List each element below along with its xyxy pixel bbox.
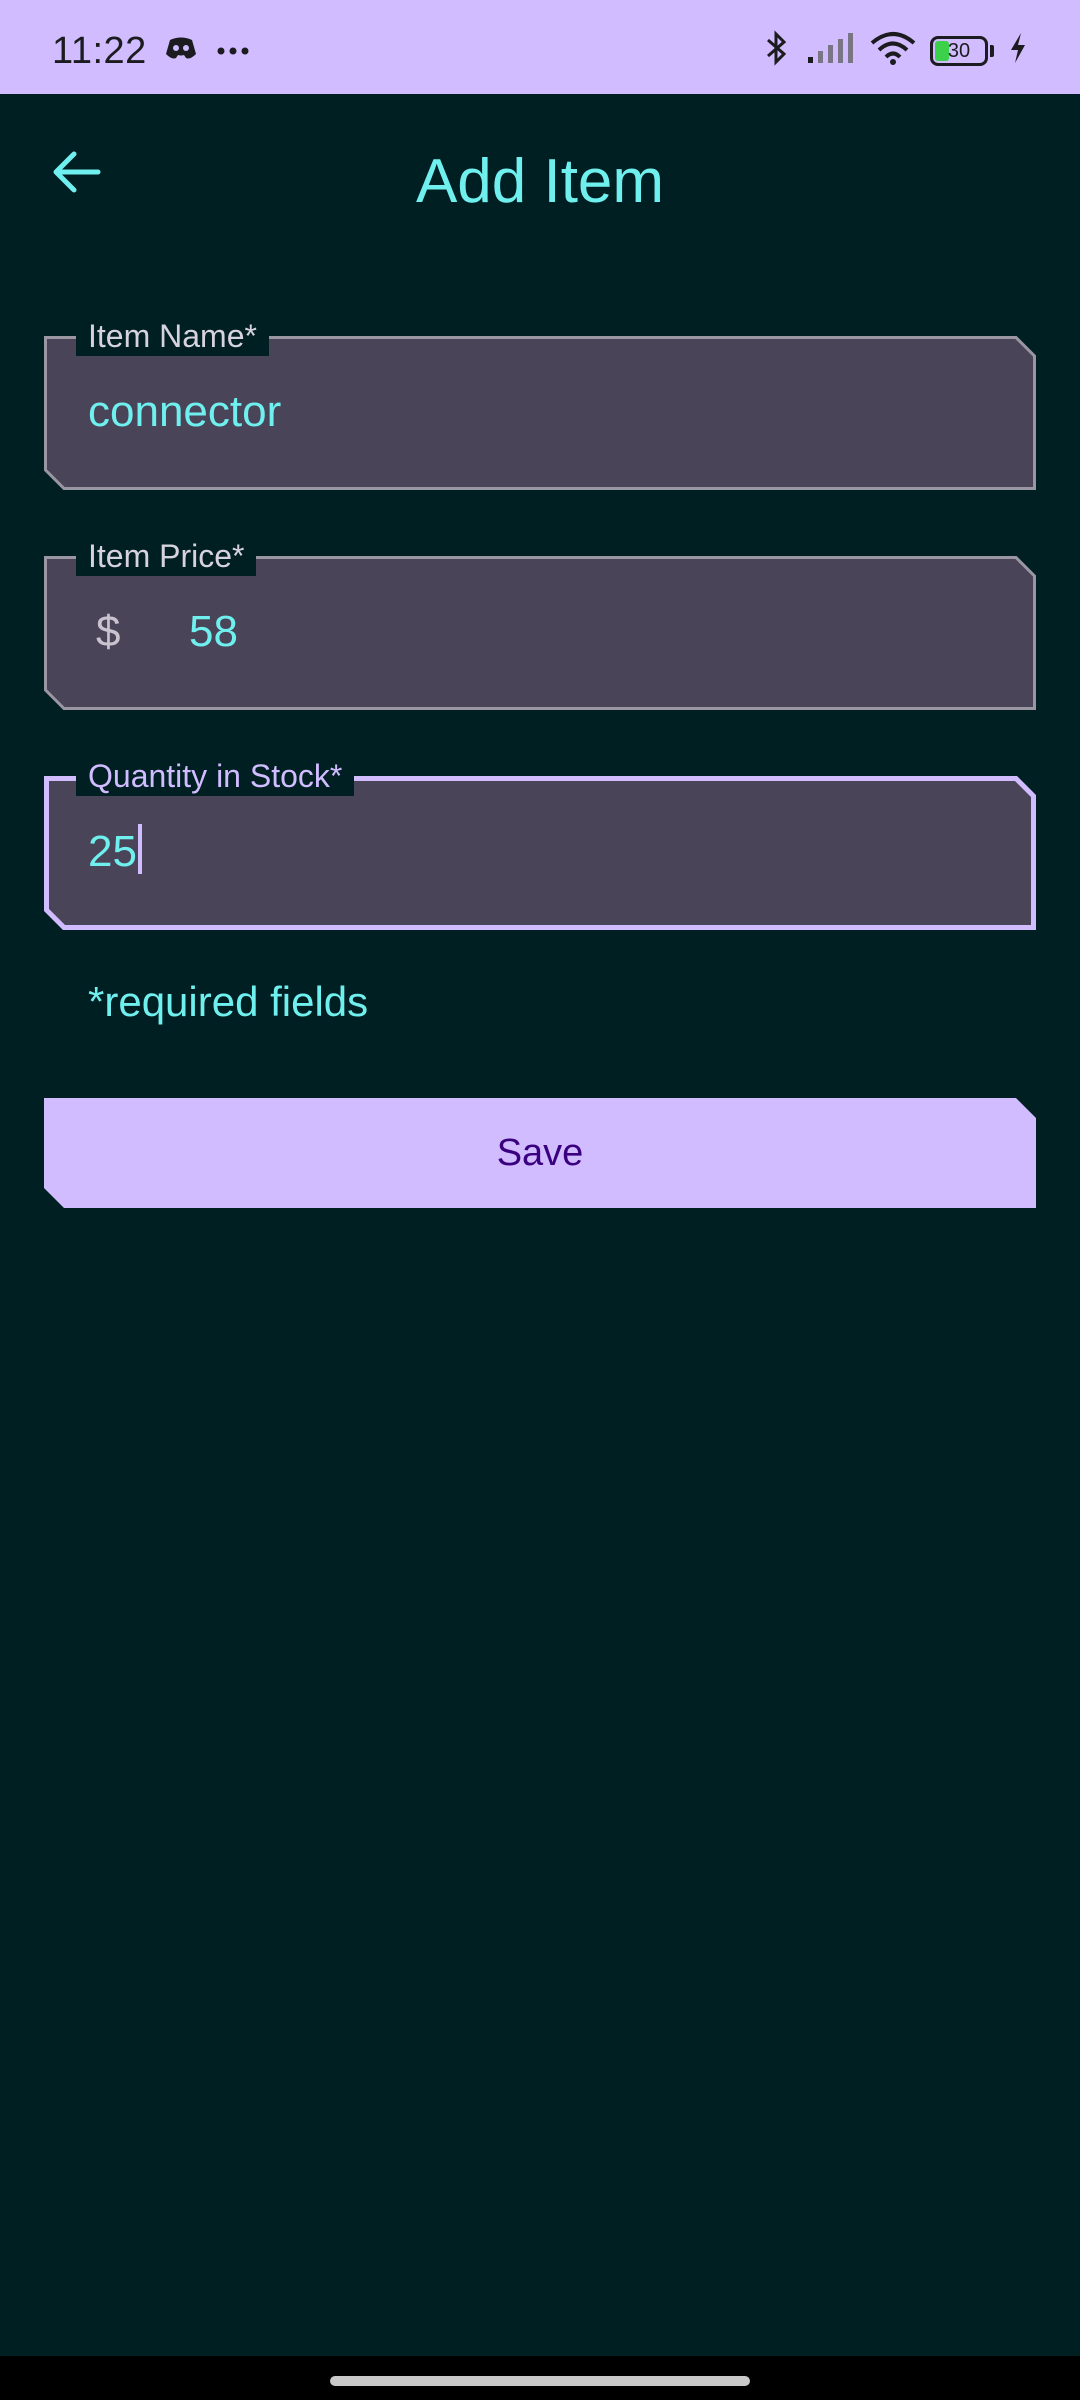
status-right-icons: 30 [762, 30, 1028, 71]
wifi-icon [870, 31, 916, 70]
bluetooth-icon [762, 30, 792, 71]
discord-icon [164, 36, 198, 67]
required-fields-note: *required fields [88, 978, 369, 1025]
battery-icon: 30 [930, 35, 988, 66]
battery-cap [990, 44, 994, 57]
item-name-field[interactable]: Item Name* connector [44, 316, 1036, 490]
more-dots-icon [216, 43, 250, 61]
item-name-label: Item Name* [76, 316, 269, 356]
charging-icon [1008, 31, 1028, 70]
quantity-field[interactable]: Quantity in Stock* 25 [44, 756, 1036, 930]
item-price-value[interactable]: 58 [189, 604, 238, 660]
battery-level: 30 [947, 39, 971, 62]
page-title: Add Item [415, 147, 665, 216]
signal-icon [806, 31, 856, 70]
save-button[interactable]: Save [44, 1098, 1036, 1208]
quantity-label: Quantity in Stock* [76, 756, 355, 796]
navigation-bar [0, 2356, 1080, 2400]
status-time: 11:22 [52, 30, 147, 72]
item-price-field[interactable]: Item Price* $ 58 [44, 536, 1036, 710]
status-left-icons [164, 36, 250, 67]
item-price-label: Item Price* [76, 536, 257, 576]
status-bar: 11:22 30 [0, 0, 1080, 94]
save-button-label: Save [496, 1131, 584, 1174]
quantity-input[interactable]: 25 [88, 824, 142, 880]
app-bar: Add Item [0, 94, 1080, 274]
text-cursor [137, 824, 142, 874]
currency-prefix: $ [96, 607, 121, 656]
item-name-value[interactable]: connector [88, 384, 281, 440]
home-gesture-handle[interactable] [330, 2376, 750, 2386]
quantity-value: 25 [88, 827, 137, 876]
